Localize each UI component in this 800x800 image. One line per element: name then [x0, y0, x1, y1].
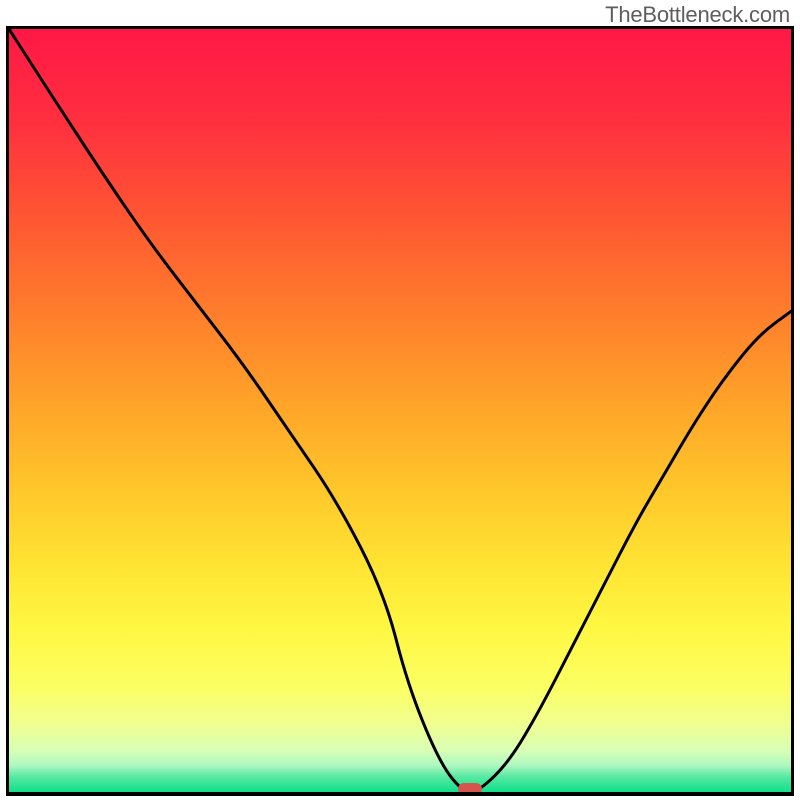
watermark-text: TheBottleneck.com [605, 2, 790, 28]
optimal-marker [458, 783, 482, 795]
gradient-rect [9, 29, 791, 792]
plot-svg [9, 29, 791, 792]
plot-area [6, 26, 794, 796]
chart-frame: TheBottleneck.com [0, 0, 800, 800]
